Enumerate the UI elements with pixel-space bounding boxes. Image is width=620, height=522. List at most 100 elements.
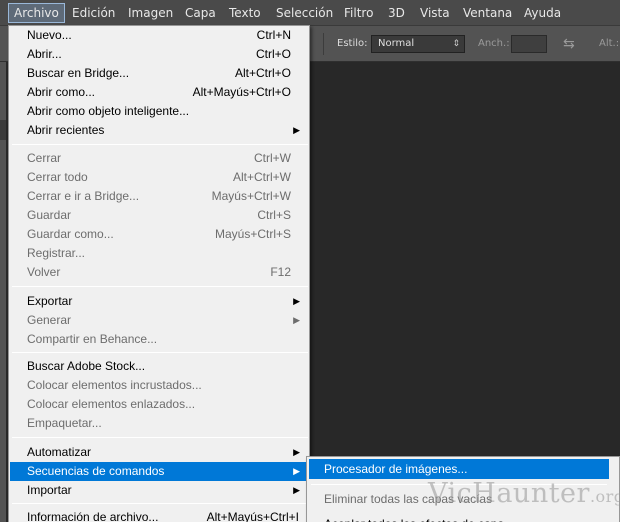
menu-item-compartir-en-behance[interactable]: Compartir en Behance... (10, 330, 309, 349)
menu-item-buscar-adobe-stock[interactable]: Buscar Adobe Stock... (10, 357, 309, 376)
menu-item-importar[interactable]: Importar ▶ (10, 481, 309, 500)
options-divider (323, 33, 324, 55)
swap-icon[interactable]: ⇆ (563, 36, 575, 52)
menu-archivo[interactable]: Archivo (8, 3, 65, 23)
menu-item-label: Compartir en Behance... (27, 332, 158, 346)
menu-item-generar[interactable]: Generar ▶ (10, 311, 309, 330)
menu-item-informacion-de-archivo[interactable]: Información de archivo... Alt+Mayús+Ctrl… (10, 508, 309, 522)
menu-item-label: Registrar... (27, 246, 86, 260)
menu-3d[interactable]: 3D (388, 3, 405, 23)
menu-item-abrir-como-objeto-inteligente[interactable]: Abrir como objeto inteligente... (10, 102, 309, 121)
estilo-label: Estilo: (337, 38, 368, 49)
menu-separator (12, 352, 308, 353)
menu-item-label: Colocar elementos incrustados... (27, 378, 202, 392)
submenu-arrow-icon: ▶ (293, 315, 300, 325)
menu-item-label: Importar (27, 483, 72, 497)
watermark-tld: .org (589, 487, 620, 506)
menu-item-label: Automatizar (27, 445, 92, 459)
menu-item-label: Abrir recientes (27, 123, 105, 137)
estilo-value: Normal (378, 38, 415, 49)
menu-item-cerrar-todo[interactable]: Cerrar todo Alt+Ctrl+W (10, 168, 309, 187)
menu-item-automatizar[interactable]: Automatizar ▶ (10, 443, 309, 462)
menu-item-shortcut: Alt+Mayús+Ctrl+O (192, 85, 291, 99)
menu-capa[interactable]: Capa (185, 3, 216, 23)
menu-item-registrar[interactable]: Registrar... (10, 244, 309, 263)
menu-item-label: Abrir como objeto inteligente... (27, 104, 190, 118)
menu-item-label: Buscar Adobe Stock... (27, 359, 146, 373)
menu-item-shortcut: Ctrl+O (255, 47, 291, 61)
watermark-logo: VicHaunter.org (428, 478, 620, 514)
menu-item-label: Generar (27, 313, 72, 327)
menu-item-colocar-enlazados[interactable]: Colocar elementos enlazados... (10, 395, 309, 414)
select-arrows-icon: ⇕ (452, 39, 460, 49)
submenu-item-procesador-de-imagenes[interactable]: Procesador de imágenes... (309, 459, 609, 479)
menu-item-label: Guardar como... (27, 227, 114, 241)
alt-label: Alt.: (599, 38, 620, 49)
menu-item-shortcut: Mayús+Ctrl+S (214, 227, 291, 241)
menu-item-volver[interactable]: Volver F12 (10, 263, 309, 282)
submenu-item-label: Acoplar todos los efectos de capa (324, 514, 504, 522)
menu-filtro[interactable]: Filtro (344, 3, 373, 23)
menu-item-shortcut: Mayús+Ctrl+W (211, 189, 291, 203)
submenu-item-label: Procesador de imágenes... (324, 462, 468, 476)
menu-texto[interactable]: Texto (229, 3, 261, 23)
menu-item-label: Buscar en Bridge... (27, 66, 130, 80)
menu-vista[interactable]: Vista (420, 3, 450, 23)
submenu-arrow-icon: ▶ (293, 447, 300, 457)
menu-ventana[interactable]: Ventana (463, 3, 512, 23)
menu-item-label: Cerrar e ir a Bridge... (27, 189, 140, 203)
menu-bar: Archivo Edición Imagen Capa Texto Selecc… (0, 0, 620, 26)
menu-item-cerrar[interactable]: Cerrar Ctrl+W (10, 149, 309, 168)
watermark-text: VicHaunter (428, 478, 590, 509)
menu-item-guardar-como[interactable]: Guardar como... Mayús+Ctrl+S (10, 225, 309, 244)
estilo-select[interactable]: Normal ⇕ (371, 35, 465, 53)
menu-edicion[interactable]: Edición (72, 3, 115, 23)
menu-item-label: Volver (27, 265, 61, 279)
menu-item-shortcut: F12 (270, 265, 291, 279)
submenu-arrow-icon: ▶ (293, 125, 300, 135)
menu-item-empaquetar[interactable]: Empaquetar... (10, 414, 309, 433)
menu-item-shortcut: Alt+Ctrl+W (232, 170, 291, 184)
menu-item-shortcut: Alt+Ctrl+O (234, 66, 291, 80)
menu-item-label: Exportar (27, 294, 73, 308)
menu-item-label: Cerrar (27, 151, 62, 165)
menu-seleccion[interactable]: Selección (276, 3, 333, 23)
submenu-arrow-icon: ▶ (293, 296, 300, 306)
menu-item-label: Empaquetar... (27, 416, 102, 430)
menu-item-nuevo[interactable]: Nuevo... Ctrl+N (10, 26, 309, 45)
tool-slot[interactable] (0, 120, 6, 140)
width-field[interactable] (511, 35, 547, 53)
menu-item-label: Información de archivo... (27, 510, 159, 522)
tool-strip (0, 62, 6, 522)
menu-item-guardar[interactable]: Guardar Ctrl+S (10, 206, 309, 225)
submenu-item-acoplar-efectos[interactable]: Acoplar todos los efectos de capa (309, 514, 609, 522)
menu-item-shortcut: Ctrl+S (257, 208, 291, 222)
submenu-arrow-icon: ▶ (293, 485, 300, 495)
menu-item-label: Secuencias de comandos (27, 464, 165, 478)
menu-item-label: Nuevo... (27, 28, 72, 42)
menu-separator (12, 286, 308, 287)
menu-item-label: Cerrar todo (27, 170, 88, 184)
menu-item-label: Colocar elementos enlazados... (27, 397, 196, 411)
menu-item-shortcut: Ctrl+W (254, 151, 291, 165)
menu-imagen[interactable]: Imagen (128, 3, 173, 23)
anch-label: Anch.: (478, 38, 510, 49)
menu-item-label: Abrir... (27, 47, 62, 61)
menu-separator (12, 503, 308, 504)
menu-item-shortcut: Ctrl+N (256, 28, 291, 42)
menu-separator (12, 144, 308, 145)
menu-item-abrir[interactable]: Abrir... Ctrl+O (10, 45, 309, 64)
menu-separator (12, 437, 308, 438)
menu-item-exportar[interactable]: Exportar ▶ (10, 292, 309, 311)
menu-item-abrir-como[interactable]: Abrir como... Alt+Mayús+Ctrl+O (10, 83, 309, 102)
menu-item-label: Guardar (27, 208, 72, 222)
menu-item-secuencias-de-comandos[interactable]: Secuencias de comandos ▶ (10, 462, 309, 481)
submenu-arrow-icon: ▶ (293, 466, 300, 476)
menu-item-shortcut: Alt+Mayús+Ctrl+I (206, 510, 299, 522)
menu-item-cerrar-e-ir-a-bridge[interactable]: Cerrar e ir a Bridge... Mayús+Ctrl+W (10, 187, 309, 206)
file-menu: Nuevo... Ctrl+N Abrir... Ctrl+O Buscar e… (8, 25, 310, 522)
menu-item-abrir-recientes[interactable]: Abrir recientes ▶ (10, 121, 309, 140)
menu-item-buscar-en-bridge[interactable]: Buscar en Bridge... Alt+Ctrl+O (10, 64, 309, 83)
menu-ayuda[interactable]: Ayuda (524, 3, 561, 23)
menu-item-colocar-incrustados[interactable]: Colocar elementos incrustados... (10, 376, 309, 395)
